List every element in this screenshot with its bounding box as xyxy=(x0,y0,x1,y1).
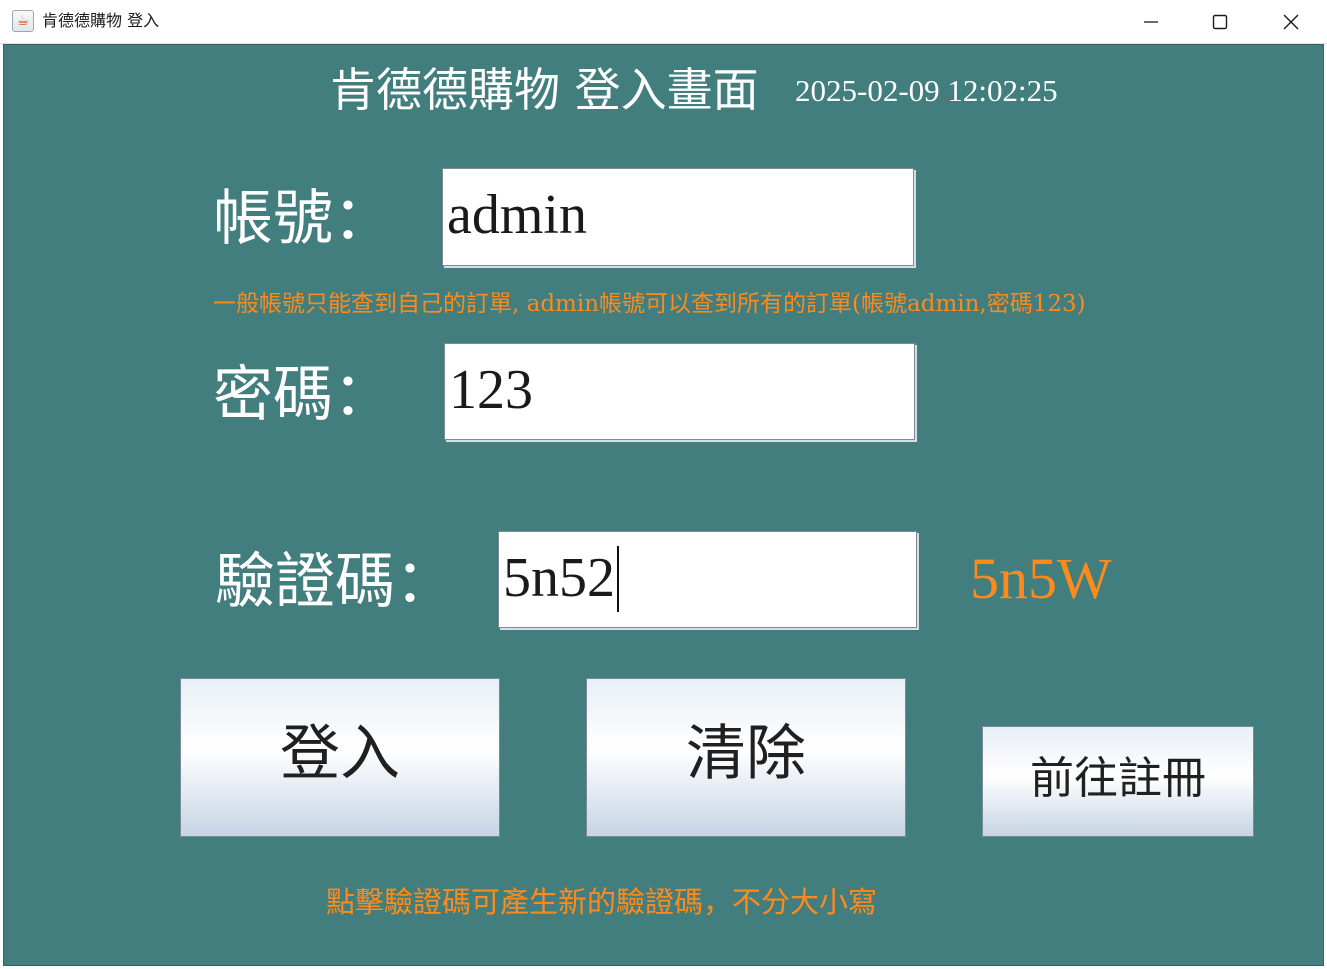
minimize-button[interactable] xyxy=(1116,0,1186,44)
account-label: 帳號： xyxy=(213,184,393,254)
close-icon xyxy=(1283,14,1299,30)
login-button-label: 登入 xyxy=(280,719,400,789)
java-coffee-icon: ☕ xyxy=(12,10,34,32)
captcha-hint: 點擊驗證碼可產生新的驗證碼，不分大小寫 xyxy=(326,885,878,919)
window-title: 肯德德購物 登入 xyxy=(42,11,160,30)
password-input-value: 123 xyxy=(449,359,533,421)
maximize-button[interactable] xyxy=(1185,0,1255,44)
account-hint: 一般帳號只能查到自己的訂單, admin帳號可以查到所有的訂單(帳號admin,… xyxy=(213,291,1086,317)
account-input[interactable]: admin xyxy=(442,168,914,266)
login-button[interactable]: 登入 xyxy=(180,678,500,837)
clear-button[interactable]: 清除 xyxy=(586,678,906,837)
minimize-icon xyxy=(1144,21,1158,23)
page-title: 肯德德購物 登入畫面 xyxy=(330,63,759,117)
datetime-label: 2025-02-09 12:02:25 xyxy=(795,73,1058,108)
register-button-label: 前往註冊 xyxy=(1030,753,1206,804)
captcha-label: 驗證碼： xyxy=(215,547,455,617)
clear-button-label: 清除 xyxy=(686,719,806,789)
password-input[interactable]: 123 xyxy=(444,343,915,440)
captcha-input[interactable]: 5n52 xyxy=(498,531,917,628)
captcha-input-value: 5n52 xyxy=(503,547,615,609)
close-button[interactable] xyxy=(1256,0,1326,44)
text-caret xyxy=(617,546,619,613)
password-label: 密碼： xyxy=(213,360,393,430)
maximize-icon xyxy=(1212,14,1228,30)
account-input-value: admin xyxy=(447,184,587,246)
register-button[interactable]: 前往註冊 xyxy=(982,726,1254,837)
window-titlebar: ☕ 肯德德購物 登入 xyxy=(0,0,1327,44)
captcha-code[interactable]: 5n5W xyxy=(970,546,1112,612)
